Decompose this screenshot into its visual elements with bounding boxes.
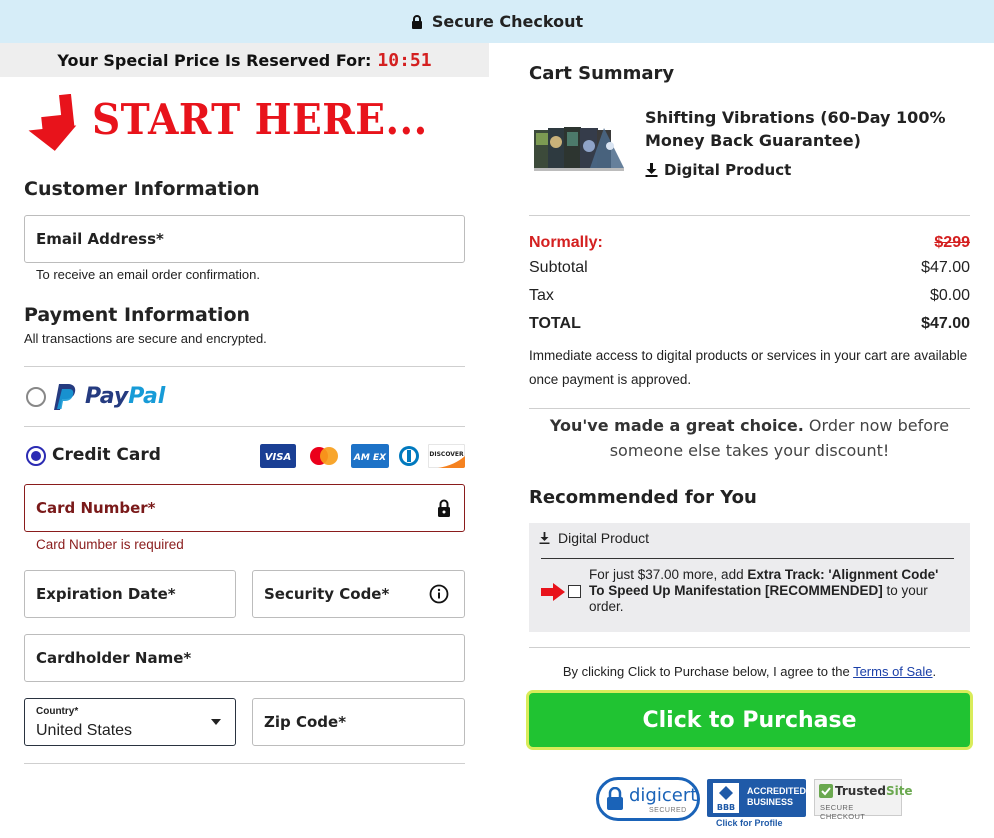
terms-of-sale-link[interactable]: Terms of Sale [853, 664, 932, 679]
tax-value: $0.00 [929, 287, 970, 304]
bbb-accredited-badge[interactable]: BBB ACCREDITED BUSINESS [707, 779, 806, 817]
check-icon [819, 784, 833, 798]
divider [529, 215, 970, 216]
great-choice-message: You've made a great choice. Order now be… [549, 416, 950, 460]
recommended-heading: Recommended for You [529, 487, 757, 508]
lock-icon [438, 499, 450, 517]
normal-price-value: $299 [934, 234, 970, 251]
start-here-banner: START HERE... [26, 92, 476, 152]
cart-summary-heading: Cart Summary [529, 63, 675, 84]
lock-icon [607, 787, 623, 810]
mastercard-icon [305, 444, 343, 468]
expiration-date-field[interactable]: Expiration Date* [24, 570, 236, 618]
terms-agreement: By clicking Click to Purchase below, I a… [562, 664, 937, 679]
total-value: $47.00 [921, 315, 970, 332]
page-title: Secure Checkout [431, 12, 584, 31]
recommended-product-type: Digital Product [539, 530, 649, 546]
svg-text:VISA: VISA [265, 452, 291, 463]
card-number-error: Card Number is required [36, 537, 184, 552]
paypal-wordmark[interactable]: PayPal [85, 384, 165, 409]
svg-text:BBB: BBB [717, 803, 735, 812]
credit-card-radio[interactable] [26, 446, 46, 466]
email-note: To receive an email order confirmation. [36, 267, 260, 282]
normal-price-label: Normally: [529, 234, 603, 251]
upsell-checkbox[interactable] [568, 585, 581, 598]
access-note: Immediate access to digital products or … [529, 348, 968, 387]
product-type: Digital Product [645, 161, 791, 179]
download-icon [645, 163, 658, 177]
credit-card-label: Credit Card [52, 445, 161, 465]
arrow-down-icon [28, 94, 77, 151]
product-image [534, 127, 624, 171]
paypal-logo-icon [54, 384, 76, 410]
amex-icon: AM EX [351, 444, 389, 468]
zip-code-field[interactable]: Zip Code* [252, 698, 465, 746]
diners-club-icon [396, 444, 422, 468]
secure-checkout-bar: Secure Checkout [0, 0, 994, 43]
card-number-label: Card Number* [36, 499, 156, 517]
start-here-text: START HERE... [92, 95, 428, 144]
subtotal-value: $47.00 [921, 259, 970, 276]
tax-label: Tax [529, 287, 554, 304]
timer-value: 10:51 [377, 49, 432, 71]
cardholder-name-field[interactable]: Cardholder Name* [24, 634, 465, 682]
timer-label: Your Special Price Is Reserved For: [57, 50, 372, 70]
normal-price-row: Normally: $299 [529, 234, 970, 252]
discover-icon: DISCOVER [428, 444, 465, 468]
download-icon [539, 532, 550, 544]
info-icon[interactable] [429, 584, 449, 604]
paypal-radio[interactable] [26, 387, 46, 407]
bbb-torch-icon: BBB [713, 783, 739, 813]
divider [529, 647, 970, 648]
svg-text:DISCOVER: DISCOVER [429, 451, 464, 458]
payment-subtitle: All transactions are secure and encrypte… [24, 331, 267, 346]
card-number-field[interactable]: Card Number* [24, 484, 465, 532]
subtotal-label: Subtotal [529, 259, 588, 276]
click-to-purchase-button[interactable]: Click to Purchase [526, 690, 973, 750]
arrow-right-icon [541, 583, 565, 601]
tax-row: Tax $0.00 [529, 287, 970, 305]
divider [24, 426, 465, 427]
country-value: United States [36, 722, 133, 739]
payment-info-heading: Payment Information [24, 304, 251, 326]
reservation-timer: Your Special Price Is Reserved For: 10:5… [0, 43, 489, 77]
total-label: TOTAL [529, 315, 581, 332]
country-label: Country* [36, 706, 79, 717]
email-field[interactable]: Email Address* [24, 215, 465, 263]
divider [541, 558, 954, 559]
upsell-offer-text: For just $37.00 more, add Extra Track: '… [589, 567, 939, 614]
lock-icon [411, 14, 422, 29]
customer-info-heading: Customer Information [24, 178, 260, 200]
digicert-badge[interactable]: digicert SECURED [596, 777, 700, 821]
product-name: Shifting Vibrations (60-Day 100% Money B… [645, 108, 946, 150]
security-code-label: Security Code* [264, 585, 390, 603]
visa-icon: VISA [260, 444, 296, 468]
total-row: TOTAL $47.00 [529, 315, 970, 333]
svg-text:AM EX: AM EX [353, 453, 387, 463]
bbb-profile-link[interactable]: Click for Profile [716, 818, 783, 828]
chevron-down-icon [211, 719, 221, 725]
divider [24, 366, 465, 367]
trustedsite-badge[interactable]: TrustedSite SECURE CHECKOUT [814, 779, 913, 821]
subtotal-row: Subtotal $47.00 [529, 259, 970, 277]
divider [529, 408, 970, 409]
divider [24, 763, 465, 764]
